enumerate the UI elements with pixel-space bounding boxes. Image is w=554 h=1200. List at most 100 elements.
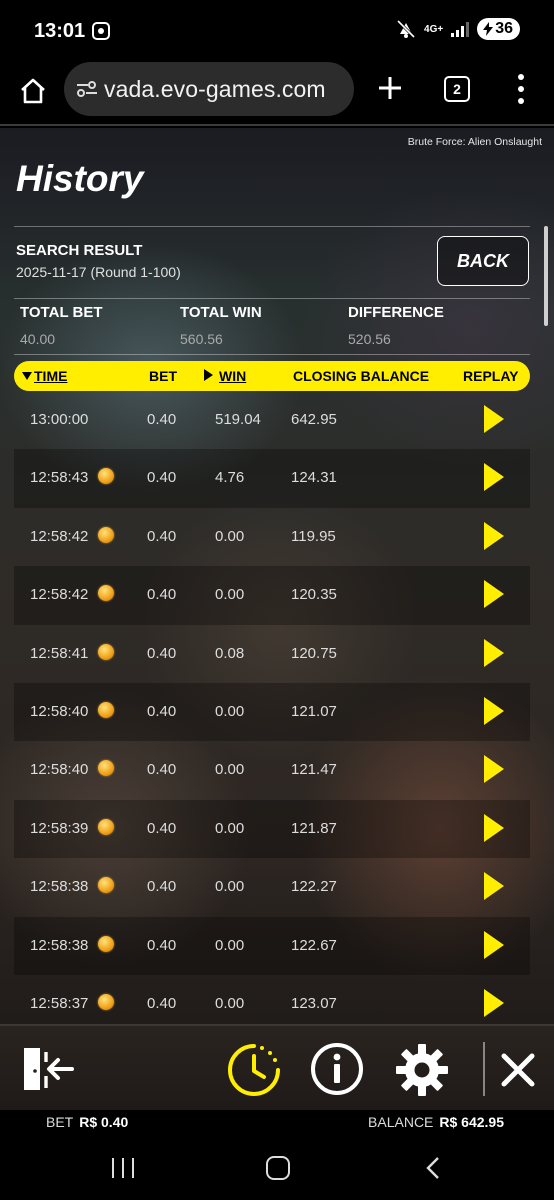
row-closing-balance: 120.35: [291, 586, 337, 604]
row-bet: 0.40: [147, 411, 177, 428]
home-icon[interactable]: [18, 76, 48, 106]
row-time: 12:58:38: [30, 936, 89, 954]
row-time: 12:58:37: [30, 994, 89, 1012]
table-row: 12:58:42 0.40 0.00 120.35: [14, 566, 530, 625]
bet-info: BET R$ 0.40: [46, 1114, 128, 1130]
coin-icon: [98, 935, 114, 952]
replay-play-icon[interactable]: [484, 988, 504, 1017]
coin-icon: [98, 468, 114, 485]
replay-play-icon[interactable]: [484, 813, 504, 842]
history-clock-icon[interactable]: [226, 1042, 282, 1098]
row-win: 0.00: [215, 761, 245, 779]
coin-icon: [98, 818, 114, 835]
total-bet-value: 40.00: [20, 331, 56, 347]
signal-icon: [451, 21, 470, 37]
replay-play-icon[interactable]: [484, 638, 504, 667]
row-closing-balance: 124.31: [291, 469, 337, 487]
replay-play-icon[interactable]: [484, 755, 504, 784]
new-tab-plus-icon[interactable]: [376, 74, 404, 102]
exit-icon[interactable]: [20, 1044, 74, 1094]
table-row: 12:58:39 0.40 0.00 121.87: [14, 799, 530, 859]
coin-icon: [98, 760, 114, 777]
total-win-value: 560.56: [180, 331, 223, 347]
row-closing-balance: 642.95: [291, 411, 337, 428]
replay-header: REPLAY: [463, 368, 519, 384]
row-time: 12:58:41: [30, 644, 89, 662]
menu-icon[interactable]: [516, 74, 526, 104]
search-date: 2025-11-17 (Round 1-100): [16, 264, 181, 280]
browser-toolbar: vada.evo-games.com 2: [0, 62, 554, 126]
total-win-label: TOTAL WIN: [180, 304, 262, 321]
search-result-label: SEARCH RESULT: [16, 242, 143, 259]
row-bet: 0.40: [147, 527, 177, 545]
replay-play-icon[interactable]: [484, 521, 504, 550]
row-time: 12:58:38: [30, 878, 89, 896]
bet-balance-bar: BET R$ 0.40 BALANCE R$ 642.95: [0, 1110, 554, 1136]
game-control-bar: [0, 1024, 554, 1110]
table-row: 12:58:37 0.40 0.00 123.07: [14, 975, 530, 1024]
history-table: 13:00:00 0.40 519.04 642.95 12:58:43 0.40 4.76…: [14, 391, 530, 1024]
row-win: 0.00: [215, 994, 245, 1012]
tabs-icon[interactable]: 2: [444, 76, 470, 102]
close-icon[interactable]: [500, 1052, 536, 1088]
mute-icon: [396, 19, 416, 39]
table-row: 12:58:38 0.40 0.00 122.67: [14, 916, 530, 975]
table-row: 12:58:40 0.40 0.00 121.07: [14, 682, 530, 742]
difference-label: DIFFERENCE: [348, 304, 444, 321]
row-win: 519.04: [215, 411, 261, 428]
row-bet: 0.40: [147, 761, 177, 779]
row-time: 12:58:43: [30, 469, 89, 487]
info-icon[interactable]: [310, 1042, 364, 1096]
sort-time-header[interactable]: TIME: [22, 368, 67, 384]
row-closing-balance: 122.67: [291, 936, 337, 954]
balance-label: BALANCE: [368, 1114, 434, 1130]
row-closing-balance: 123.07: [291, 994, 337, 1012]
replay-play-icon[interactable]: [484, 463, 504, 492]
row-bet: 0.40: [147, 586, 177, 604]
coin-icon: [98, 701, 114, 718]
row-bet: 0.40: [147, 819, 177, 837]
sort-win-header[interactable]: WIN: [204, 368, 246, 384]
row-bet: 0.40: [147, 469, 177, 487]
battery-level: 36: [495, 20, 513, 37]
replay-play-icon[interactable]: [484, 405, 504, 433]
divider: [14, 226, 530, 227]
table-row: 13:00:00 0.40 519.04 642.95: [14, 391, 530, 449]
scrollbar[interactable]: [544, 226, 548, 326]
divider: [14, 354, 530, 355]
back-nav-icon[interactable]: [424, 1156, 442, 1180]
divider: [483, 1042, 485, 1096]
row-time: 12:58:40: [30, 761, 89, 779]
row-win: 0.00: [215, 702, 245, 720]
tune-icon[interactable]: [76, 79, 98, 99]
page-title: History: [16, 158, 144, 199]
row-closing-balance: 121.07: [291, 702, 337, 720]
row-time: 12:58:40: [30, 702, 89, 720]
home-nav-icon[interactable]: [266, 1156, 290, 1180]
total-bet-label: TOTAL BET: [20, 304, 103, 321]
url-text[interactable]: vada.evo-games.com: [104, 76, 326, 103]
row-time: 12:58:42: [30, 586, 89, 604]
recents-icon[interactable]: [112, 1158, 134, 1178]
row-bet: 0.40: [147, 936, 177, 954]
row-closing-balance: 121.87: [291, 819, 337, 837]
replay-play-icon[interactable]: [484, 696, 504, 725]
row-win: 0.00: [215, 878, 245, 896]
difference-value: 520.56: [348, 331, 391, 347]
address-bar[interactable]: vada.evo-games.com: [64, 62, 354, 116]
row-time: 13:00:00: [30, 411, 89, 428]
row-win: 0.00: [215, 586, 245, 604]
status-time: 13:01: [34, 20, 86, 42]
table-row: 12:58:38 0.40 0.00 122.27: [14, 858, 530, 916]
replay-play-icon[interactable]: [484, 872, 504, 901]
battery-indicator: 36: [477, 18, 520, 40]
replay-play-icon[interactable]: [484, 930, 504, 959]
row-bet: 0.40: [147, 644, 177, 662]
bet-value: R$ 0.40: [79, 1114, 129, 1130]
table-row: 12:58:43 0.40 4.76 124.31: [14, 449, 530, 508]
coin-icon: [98, 877, 114, 894]
replay-play-icon[interactable]: [484, 580, 504, 609]
back-button[interactable]: BACK: [437, 236, 529, 286]
row-time: 12:58:39: [30, 819, 89, 837]
gear-icon[interactable]: [394, 1042, 450, 1098]
